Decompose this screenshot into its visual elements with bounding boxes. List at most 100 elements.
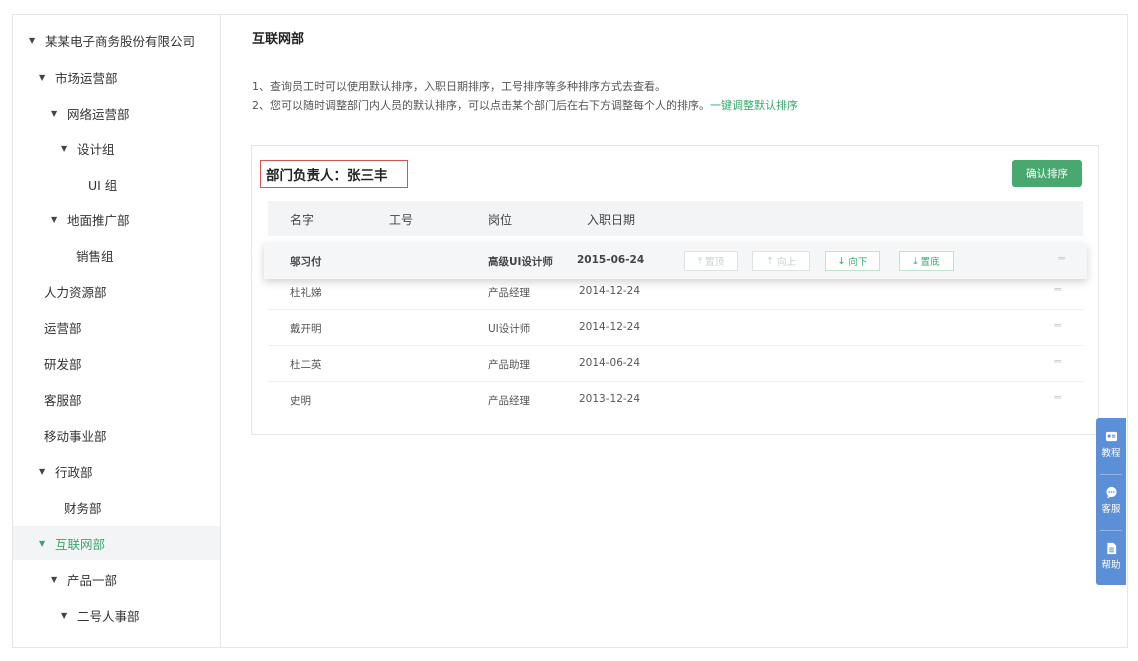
caret-down-icon: ▼ [29,35,36,45]
tree-item-product-1[interactable]: ▼ 产品一部 [13,562,220,596]
column-header-name: 名字 [290,213,315,227]
tree-item-label: 研发部 [44,356,82,372]
instruction-line-2: 2、您可以随时调整部门内人员的默认排序，可以点击某个部门后在右下方调整每个人的排… [252,96,798,115]
cell-name: 戴开明 [290,323,322,335]
tree-item-label: 地面推广部 [67,212,130,228]
table-row[interactable]: 史明 产品经理 2013-12-24 ═ [268,382,1083,418]
tree-item-rnd[interactable]: 研发部 [13,346,220,380]
document-icon [1106,542,1116,555]
tree-item-hr-2[interactable]: ▼ 二号人事部 [13,598,220,632]
move-bottom-label: 置底 [920,257,940,268]
tree-item-label: 设计组 [77,141,115,157]
column-header-date: 入职日期 [587,213,636,227]
tutorial-button[interactable]: 教程 [1096,418,1126,474]
tree-item-ui-group[interactable]: UI 组 [13,167,220,201]
customer-service-button[interactable]: 客服 [1096,474,1126,530]
chat-icon [1105,486,1117,499]
cell-name: 杜礼娣 [290,287,322,299]
tree-item-label: 行政部 [55,464,93,480]
caret-down-icon: ▼ [61,143,68,153]
cell-name: 杜二英 [290,359,322,371]
caret-down-icon: ▼ [51,214,58,224]
tree-item-internet[interactable]: ▼ 互联网部 [13,526,221,560]
move-bottom-button[interactable]: ⤓ 置底 [899,251,954,271]
drag-handle-icon[interactable]: ═ [1058,252,1065,265]
tree-item-mobile[interactable]: 移动事业部 [13,418,220,452]
tree-item-label: 互联网部 [55,536,106,552]
help-button[interactable]: 帮助 [1096,530,1126,586]
table-row-selected[interactable]: 邬习付 高级UI设计师 2015-06-24 ⤒ 置顶 ↑ 向上 ↓ 向下 ⤓ … [264,243,1087,279]
page-title: 互联网部 [252,32,305,47]
tree-item-ops[interactable]: 运营部 [13,310,220,344]
sort-panel: 部门负责人：张三丰 确认排序 名字 工号 岗位 入职日期 邬习付 高级UI设计师… [251,145,1099,435]
column-header-id: 工号 [389,213,414,227]
tree-item-label: UI 组 [88,177,118,193]
cell-position: 产品经理 [488,287,530,299]
move-top-button[interactable]: ⤒ 置顶 [684,251,738,271]
cell-position: 高级UI设计师 [488,256,553,268]
tree-item-customer-service[interactable]: 客服部 [13,382,220,416]
tree-item-label: 销售组 [76,248,114,264]
cell-name: 史明 [290,395,311,407]
move-up-button[interactable]: ↑ 向上 [752,251,810,271]
cell-date: 2013-12-24 [579,393,641,405]
instruction-text: 2、您可以随时调整部门内人员的默认排序，可以点击某个部门后在右下方调整每个人的排… [252,99,710,112]
tree-item-market-ops[interactable]: ▼ 市场运营部 [13,60,220,94]
tree-item-label: 市场运营部 [55,70,118,86]
table-row[interactable]: 杜礼娣 产品经理 2014-12-24 ═ [268,274,1083,310]
confirm-sort-button[interactable]: 确认排序 [1012,160,1082,187]
caret-down-icon: ▼ [39,72,46,82]
cell-date: 2015-06-24 [577,254,645,266]
floating-help-bar: 教程 客服 帮助 [1096,418,1126,585]
tree-item-label: 客服部 [44,392,82,408]
caret-down-icon: ▼ [51,108,58,118]
drag-handle-icon[interactable]: ═ [1054,283,1061,296]
tree-item-label: 财务部 [64,500,102,516]
cell-date: 2014-06-24 [579,357,641,369]
tree-item-admin[interactable]: ▼ 行政部 [13,454,220,488]
tree-item-company[interactable]: ▼ 某某电子商务股份有限公司 [13,23,220,57]
reset-default-sort-link[interactable]: 一键调整默认排序 [710,99,798,112]
tree-item-finance[interactable]: 财务部 [13,490,220,524]
tutorial-icon [1105,431,1117,442]
tree-item-ground-promo[interactable]: ▼ 地面推广部 [13,202,220,236]
table-row[interactable]: 戴开明 UI设计师 2014-12-24 ═ [268,310,1083,346]
tree-item-sales-group[interactable]: 销售组 [13,238,220,272]
active-indicator [220,526,221,560]
tree-item-hr[interactable]: 人力资源部 [13,274,220,308]
tree-item-label: 人力资源部 [44,284,107,300]
move-top-label: 置顶 [705,257,725,268]
move-up-label: 向上 [776,257,796,268]
tree-item-label: 产品一部 [67,572,118,588]
move-bottom-icon: ⤓ [913,255,921,267]
cell-position: 产品助理 [488,359,530,371]
cell-date: 2014-12-24 [579,285,641,297]
tree-item-design-group[interactable]: ▼ 设计组 [13,131,220,165]
cell-position: UI设计师 [488,323,531,335]
column-header-position: 岗位 [488,213,513,227]
caret-down-icon: ▼ [61,610,68,620]
cell-position: 产品经理 [488,395,530,407]
move-down-label: 向下 [848,257,868,268]
drag-handle-icon[interactable]: ═ [1054,355,1061,368]
caret-down-icon: ▼ [39,538,46,548]
move-down-button[interactable]: ↓ 向下 [825,251,880,271]
app-frame: ▼ 某某电子商务股份有限公司 ▼ 市场运营部 ▼ 网络运营部 ▼ 设计组 UI … [12,14,1128,648]
help-label: 帮助 [1101,560,1121,571]
tree-item-network-ops[interactable]: ▼ 网络运营部 [13,96,220,130]
drag-handle-icon[interactable]: ═ [1054,319,1061,332]
arrow-up-icon: ↑ [766,255,777,267]
caret-down-icon: ▼ [39,466,46,476]
department-manager: 部门负责人：张三丰 [260,160,408,188]
table-row[interactable]: 杜二英 产品助理 2014-06-24 ═ [268,346,1083,382]
move-top-icon: ⤒ [697,255,706,267]
tree-item-label: 移动事业部 [44,428,107,444]
tree-item-label: 网络运营部 [67,106,130,122]
cell-date: 2014-12-24 [579,321,641,333]
caret-down-icon: ▼ [51,574,58,584]
drag-handle-icon[interactable]: ═ [1054,391,1061,404]
customer-service-label: 客服 [1101,504,1121,515]
arrow-down-icon: ↓ [837,255,849,267]
cell-name: 邬习付 [290,256,322,268]
department-tree: ▼ 某某电子商务股份有限公司 ▼ 市场运营部 ▼ 网络运营部 ▼ 设计组 UI … [13,15,221,647]
